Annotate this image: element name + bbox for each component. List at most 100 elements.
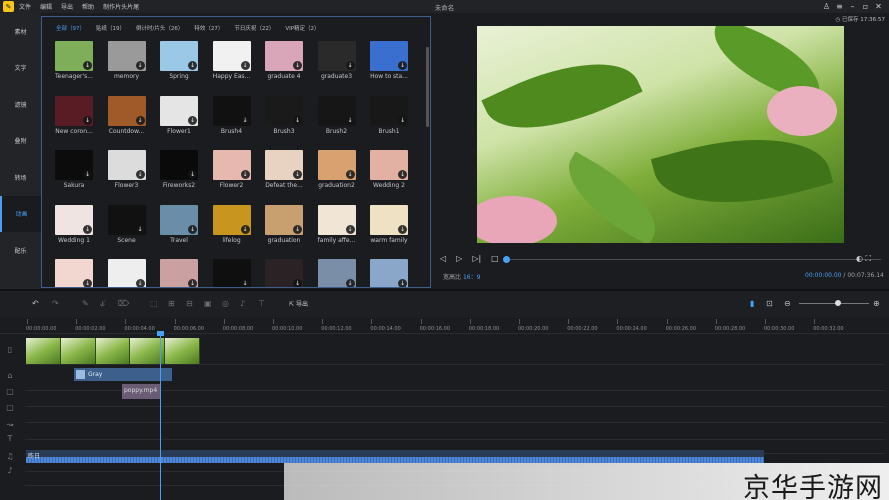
zoom-in-icon[interactable]: ⊕ [873,299,880,308]
audio-clip[interactable]: 昨日 [26,450,764,463]
download-icon[interactable]: ↓ [188,279,197,287]
menu-file[interactable]: 文件 [19,2,31,11]
library-item[interactable]: ↓ lifelog [212,204,253,244]
download-icon[interactable]: ↓ [398,170,407,179]
download-icon[interactable]: ↓ [398,115,407,125]
aspect-ratio[interactable]: 宽高比 16：9 [443,272,480,281]
tab-stickers[interactable]: 贴纸（19） [96,24,125,32]
library-item[interactable]: ↓ [370,259,410,287]
download-icon[interactable]: ↓ [240,224,250,234]
track-header-icon[interactable]: T [0,434,20,443]
download-icon[interactable]: ↓ [293,279,302,287]
subtitle-icon[interactable]: ⊤ [258,299,265,308]
track-header-icon[interactable]: ♫ [0,452,20,461]
track-header-icon[interactable]: ♪ [0,466,20,475]
split-icon[interactable]: ⫝̸ [100,299,105,309]
library-item[interactable]: ↓ [212,259,253,287]
download-icon[interactable]: ↓ [345,224,355,234]
download-icon[interactable]: ↓ [240,279,250,287]
undo-icon[interactable]: ↶ [32,299,39,308]
download-icon[interactable]: ↓ [83,61,92,70]
menu-icon[interactable]: ≡ [833,1,846,12]
library-item[interactable]: ↓ memory [107,41,148,80]
download-icon[interactable]: ↓ [83,279,92,287]
download-icon[interactable]: ↓ [293,61,302,70]
download-icon[interactable]: ↓ [135,224,145,234]
library-item[interactable]: ↓ family affe... [317,204,358,244]
edit-icon[interactable]: ✎ [82,299,89,308]
export-button[interactable]: ⇱ 导出 [289,299,308,308]
library-item[interactable]: ↓ graduate3 [317,41,358,80]
track-header-icon[interactable]: ▢ [0,403,20,412]
download-icon[interactable]: ↓ [83,224,92,234]
library-item[interactable]: ↓ Flower2 [212,150,253,189]
download-icon[interactable]: ↓ [240,170,250,179]
tab-holidays[interactable]: 节日庆祝（22） [234,24,274,32]
overlay-clip[interactable]: poppy.mp4 [122,384,160,399]
delete-icon[interactable]: ⌦ [118,299,129,308]
video-clip[interactable] [26,338,200,364]
minimize-icon[interactable]: – [846,1,859,12]
snapshot-icon[interactable]: ◐ [856,254,863,263]
library-item[interactable]: ↓ Flower3 [107,150,148,189]
library-item[interactable]: ↓ Defeat the... [265,150,305,189]
filter-clip[interactable]: Gray [74,368,172,381]
download-icon[interactable]: ↓ [240,115,250,125]
download-icon[interactable]: ↓ [345,115,355,125]
download-icon[interactable]: ↓ [135,170,145,179]
menu-help[interactable]: 帮助 [82,2,94,11]
fit-timeline-icon[interactable]: ⊡ [766,299,773,308]
library-item[interactable]: ↓ Brush1 [370,95,410,135]
fullscreen-icon[interactable]: ⛶ [866,254,872,263]
download-icon[interactable]: ↓ [135,115,145,125]
library-item[interactable]: ↓ [107,259,148,287]
playback-progress-knob[interactable] [503,256,510,263]
stop-icon[interactable]: □ [491,254,499,263]
library-item[interactable]: ↓ New coron... [55,95,95,135]
library-item[interactable]: ↓ [317,259,358,287]
next-frame-icon[interactable]: ▷| [472,254,481,263]
download-icon[interactable]: ↓ [345,279,355,287]
track-header-icon[interactable]: ▯ [0,345,20,354]
download-icon[interactable]: ↓ [188,115,197,125]
track-header-icon[interactable]: ⌂ [0,371,20,380]
speed-icon[interactable]: ◎ [222,299,229,308]
maximize-icon[interactable]: ▫ [859,1,872,12]
download-icon[interactable]: ↓ [345,61,355,70]
sidebar-item-animations[interactable]: 动画 [0,195,41,232]
library-item[interactable]: ↓ Flower1 [160,95,200,135]
timeline-ruler[interactable]: 00:00:00.00 00:00:02.00 00:00:04.00 00:00:0… [0,317,889,334]
download-icon[interactable]: ↓ [240,61,250,70]
library-item[interactable]: ↓ Wedding 2 [370,150,410,189]
library-item[interactable]: ↓ Spring [160,41,200,80]
download-icon[interactable]: ↓ [188,61,197,70]
download-icon[interactable]: ↓ [345,170,355,179]
sidebar-item-filters[interactable]: 滤镜 [0,86,41,123]
download-icon[interactable]: ↓ [188,170,197,179]
library-item[interactable]: ↓ Brush4 [212,95,253,135]
library-item[interactable]: ↓ graduation [265,204,305,244]
download-icon[interactable]: ↓ [398,61,407,70]
library-item[interactable]: ↓ [160,259,200,287]
download-icon[interactable]: ↓ [135,279,145,287]
menu-intro-outro[interactable]: 制作片头片尾 [103,2,139,11]
library-scrollbar[interactable] [426,47,429,127]
download-icon[interactable]: ↓ [135,61,145,70]
sidebar-item-transitions[interactable]: 转场 [0,159,41,196]
tab-vip[interactable]: VIP精定（2） [285,24,319,32]
library-item[interactable]: ↓ Wedding 1 [55,204,95,244]
library-item[interactable]: ↓ graduation2 [317,150,358,189]
library-item[interactable]: ↓ Teenager's... [55,41,95,80]
playback-progress-track[interactable] [507,259,881,260]
download-icon[interactable]: ↓ [293,170,302,179]
track-header-icon[interactable]: ↝ [0,420,20,429]
download-icon[interactable]: ↓ [188,224,197,234]
freeze-icon[interactable]: ⊟ [186,299,193,308]
download-icon[interactable]: ↓ [398,279,407,287]
sidebar-item-media[interactable]: 素材 [0,13,41,50]
library-item[interactable]: ↓ How to sta... [370,41,410,80]
playhead[interactable] [160,334,161,500]
menu-export[interactable]: 导出 [61,2,73,11]
voiceover-icon[interactable]: ♪ [240,299,245,308]
mosaic-icon[interactable]: ⊞ [168,299,175,308]
